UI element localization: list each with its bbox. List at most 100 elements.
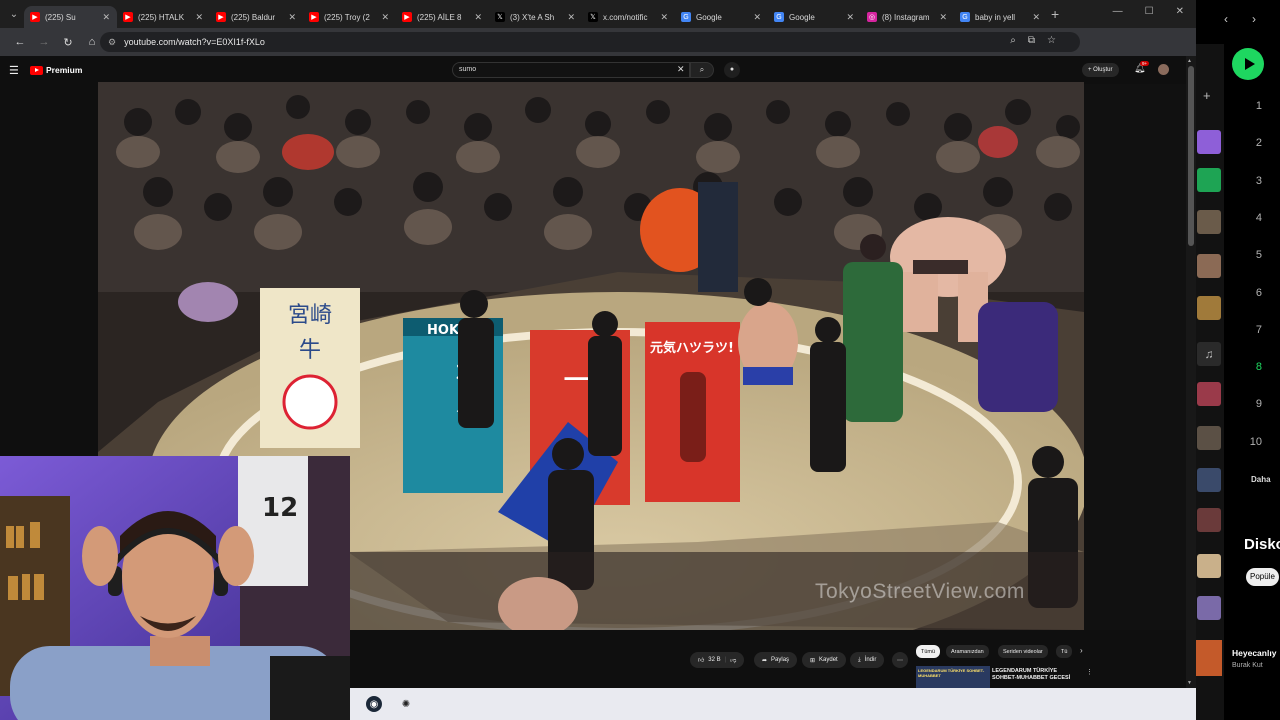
- close-tab-icon[interactable]: ✕: [939, 12, 947, 23]
- more-horizontal-icon: ⋯: [897, 657, 903, 664]
- close-tab-icon[interactable]: ✕: [381, 12, 389, 23]
- close-tab-icon[interactable]: ✕: [474, 12, 482, 23]
- library-item[interactable]: [1197, 382, 1221, 406]
- browser-tab[interactable]: Gbaby in yell ✕: [954, 6, 1047, 28]
- steam-icon[interactable]: ◉: [366, 696, 382, 712]
- back-icon[interactable]: ←: [8, 36, 32, 48]
- chip-from-search[interactable]: Aramanızdan: [946, 645, 989, 658]
- close-tab-icon[interactable]: ✕: [660, 12, 668, 23]
- close-tab-icon[interactable]: ✕: [567, 12, 575, 23]
- share-button[interactable]: ➦ Paylaş: [754, 652, 798, 668]
- recommendation-thumbnail[interactable]: LEGENDARUM TÜRKİYE SOHBET-MUHABBET: [916, 666, 990, 688]
- spotify-back-icon[interactable]: ‹: [1224, 12, 1228, 26]
- library-item[interactable]: [1197, 468, 1221, 492]
- browser-tab[interactable]: ▶ (225) HTALK ✕: [117, 6, 210, 28]
- spotify-track-number[interactable]: 2: [1248, 137, 1262, 149]
- like-button[interactable]: 👍︎ 32 B | 👎︎: [690, 652, 745, 668]
- spotify-track-number[interactable]: 8: [1248, 361, 1262, 373]
- saved-episodes-item[interactable]: [1197, 168, 1221, 192]
- url-field[interactable]: ⚙ youtube.com/watch?v=E0XI1f-fXLo ⌕ ⧉ ☆: [100, 32, 1080, 52]
- library-item[interactable]: [1197, 296, 1221, 320]
- close-tab-icon[interactable]: ✕: [102, 12, 110, 23]
- chip-all[interactable]: Tümü: [916, 645, 941, 658]
- library-item[interactable]: [1197, 554, 1221, 578]
- now-playing-cover[interactable]: [1196, 640, 1222, 676]
- browser-tab[interactable]: G Google ✕: [675, 6, 768, 28]
- search-input[interactable]: sumo: [452, 62, 690, 78]
- scroll-up-icon[interactable]: ▲: [1187, 58, 1192, 64]
- now-playing-artist[interactable]: Burak Kut: [1232, 662, 1263, 669]
- browser-tab[interactable]: 𝕏 (3) X'te A Sh ✕: [489, 6, 582, 28]
- download-button[interactable]: ⤓ İndir: [850, 652, 885, 668]
- chips-next-icon[interactable]: ›: [1080, 646, 1083, 655]
- hamburger-menu-icon[interactable]: ☰: [9, 64, 19, 77]
- youtube-logo[interactable]: Premium: [30, 65, 82, 75]
- maximize-icon[interactable]: ☐: [1145, 6, 1154, 17]
- close-tab-icon[interactable]: ✕: [288, 12, 296, 23]
- library-item[interactable]: [1197, 426, 1221, 450]
- browser-tab-strip: ⌄ ▶ (225) Su ✕ ▶ (225) HTALK ✕ ▶ (225) Baldur ✕ ▶…: [0, 0, 1196, 28]
- close-tab-icon[interactable]: ✕: [1032, 12, 1040, 23]
- liked-songs-item[interactable]: [1197, 130, 1221, 154]
- library-item[interactable]: [1197, 210, 1221, 234]
- spotify-discography-heading: Disko: [1244, 536, 1280, 553]
- tab-list: ▶ (225) Su ✕ ▶ (225) HTALK ✕ ▶ (225) Baldur ✕ ▶ (2…: [24, 0, 1047, 28]
- browser-tab[interactable]: ◎ (8) Instagram ✕: [861, 6, 954, 28]
- voice-search-icon[interactable]: ●: [724, 62, 740, 78]
- video-actions-bar: 👍︎ 32 B | 👎︎ ➦ Paylaş ⊞ Kaydet ⤓ İndir ⋯…: [350, 630, 1186, 688]
- browser-tab[interactable]: ▶ (225) Troy (2 ✕: [303, 6, 396, 28]
- browser-tab[interactable]: ▶ (225) Su ✕: [24, 6, 117, 28]
- chatgpt-icon[interactable]: ✺: [398, 696, 414, 712]
- library-item[interactable]: [1197, 254, 1221, 278]
- thumbs-down-icon[interactable]: 👎︎: [730, 656, 736, 664]
- spotify-track-number[interactable]: 9: [1248, 398, 1262, 410]
- zoom-icon[interactable]: ⌕: [1010, 35, 1016, 46]
- close-tab-icon[interactable]: ✕: [753, 12, 761, 23]
- now-playing-title[interactable]: Heyecanlıy: [1232, 648, 1276, 658]
- spotify-track-number[interactable]: 10: [1248, 436, 1262, 448]
- chip-more[interactable]: Tü: [1056, 645, 1073, 658]
- spotify-track-number[interactable]: 3: [1248, 175, 1262, 187]
- recommendation-menu-icon[interactable]: ⋮: [1086, 668, 1093, 676]
- close-tab-icon[interactable]: ✕: [195, 12, 203, 23]
- spotify-track-number[interactable]: 7: [1248, 324, 1262, 336]
- create-button[interactable]: + Oluştur: [1082, 63, 1119, 77]
- music-note-icon[interactable]: ♫: [1197, 342, 1221, 366]
- spotify-show-more[interactable]: Daha: [1251, 475, 1271, 484]
- browser-tab[interactable]: ▶ (225) Baldur ✕: [210, 6, 303, 28]
- bookmark-star-icon[interactable]: ☆: [1047, 35, 1056, 46]
- reload-icon[interactable]: ↻: [56, 36, 80, 49]
- close-window-icon[interactable]: ✕: [1176, 6, 1184, 17]
- recommendation-title[interactable]: LEGENDARUM TÜRKİYE SOHBET-MUHABBET GECES…: [992, 668, 1070, 682]
- spotify-add-icon[interactable]: +: [1203, 88, 1211, 103]
- site-info-icon[interactable]: ⚙: [108, 37, 116, 48]
- avatar[interactable]: [1158, 64, 1169, 75]
- search-button[interactable]: ⌕: [690, 62, 714, 78]
- tab-search-icon[interactable]: ⌄: [4, 4, 24, 24]
- save-button[interactable]: ⊞ Kaydet: [802, 652, 846, 668]
- thumbs-up-icon: 👍︎: [698, 658, 705, 664]
- library-item[interactable]: [1197, 508, 1221, 532]
- browser-tab[interactable]: G Google ✕: [768, 6, 861, 28]
- spotify-track-number[interactable]: 1: [1248, 100, 1262, 112]
- new-tab-icon[interactable]: +: [1051, 6, 1059, 22]
- browser-tab[interactable]: 𝕏x.com/notific ✕: [582, 6, 675, 28]
- page-scrollbar[interactable]: ▲ ▼: [1186, 56, 1196, 688]
- spotify-forward-icon[interactable]: ›: [1252, 12, 1256, 26]
- spotify-track-number[interactable]: 5: [1248, 249, 1262, 261]
- scrollbar-thumb[interactable]: [1188, 66, 1194, 246]
- browser-tab[interactable]: ▶ (225) AİLE 8 ✕: [396, 6, 489, 28]
- install-icon[interactable]: ⧉: [1028, 35, 1035, 46]
- spotify-popular-chip[interactable]: Popüle: [1246, 568, 1279, 586]
- minimize-icon[interactable]: —: [1113, 6, 1123, 17]
- forward-icon[interactable]: →: [32, 36, 56, 48]
- close-tab-icon[interactable]: ✕: [846, 12, 854, 23]
- spotify-track-number[interactable]: 4: [1248, 212, 1262, 224]
- clear-search-icon[interactable]: ✕: [677, 64, 685, 75]
- chip-series[interactable]: Seriden videolar: [998, 645, 1048, 658]
- spotify-play-button[interactable]: [1232, 48, 1264, 80]
- spotify-track-number[interactable]: 6: [1248, 287, 1262, 299]
- scroll-down-icon[interactable]: ▼: [1187, 680, 1192, 686]
- more-actions-button[interactable]: ⋯: [892, 652, 908, 668]
- library-item[interactable]: [1197, 596, 1221, 620]
